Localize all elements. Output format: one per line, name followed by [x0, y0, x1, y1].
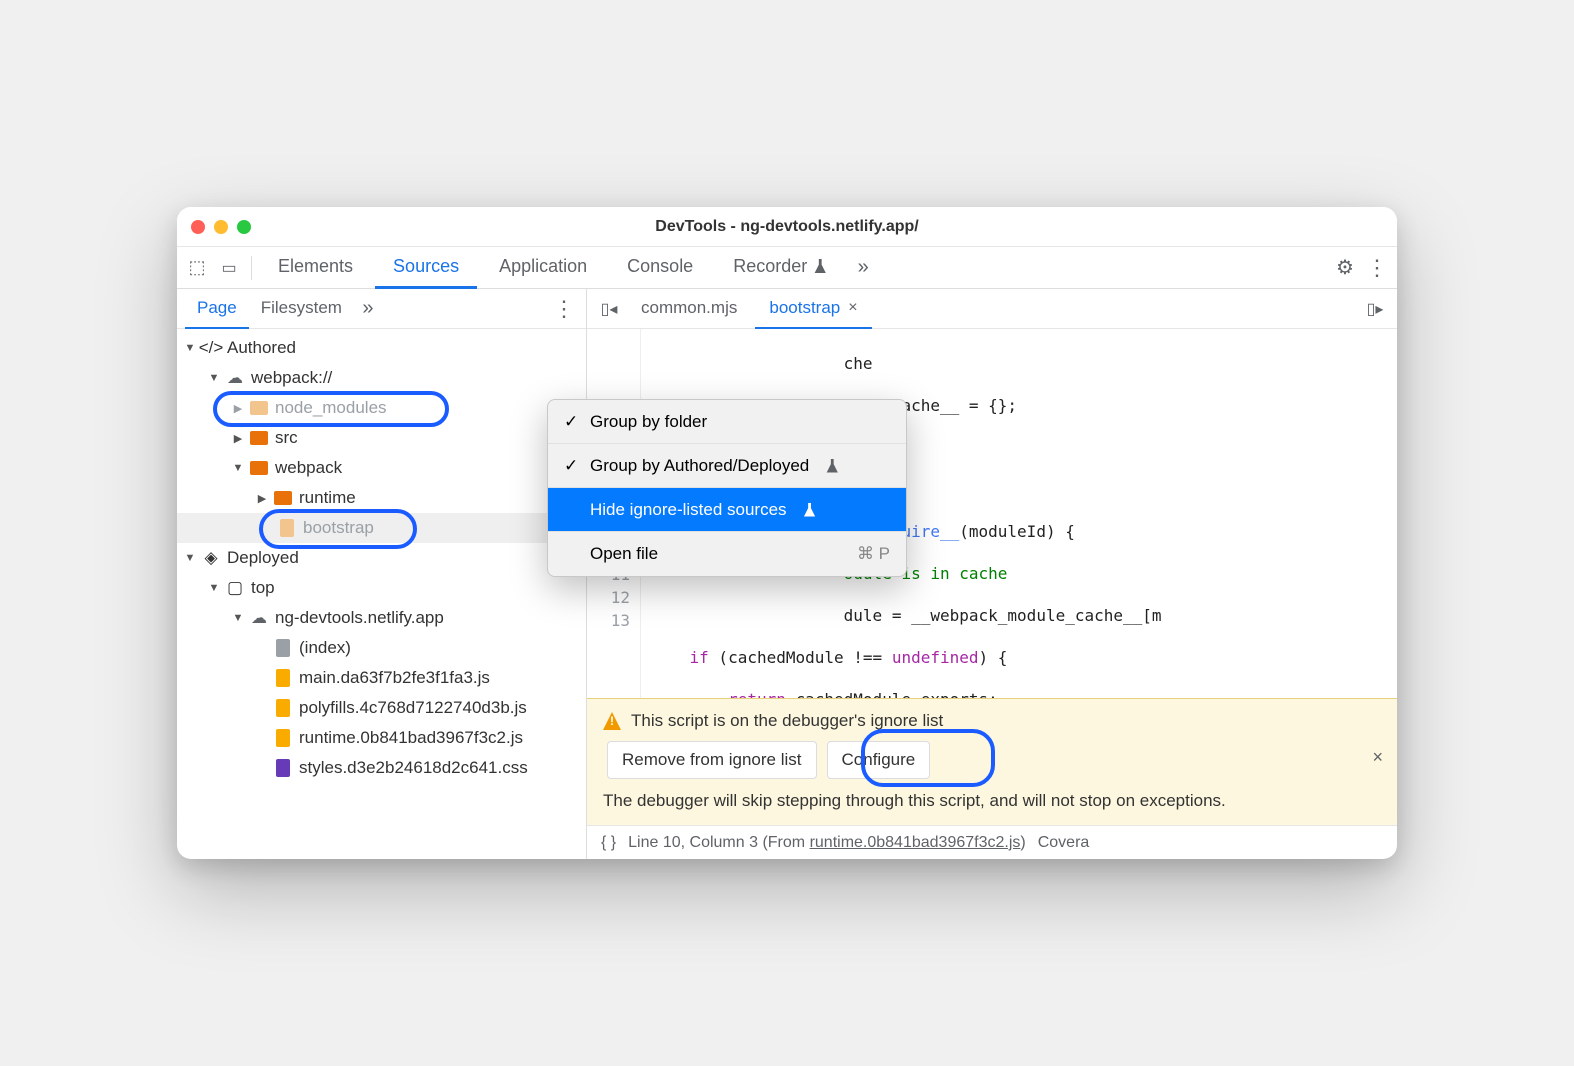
menu-hide-ignore-listed[interactable]: Hide ignore-listed sources: [548, 488, 906, 532]
device-toggle-icon[interactable]: [215, 254, 243, 282]
tree-index[interactable]: (index): [177, 633, 586, 663]
frame-icon: ▢: [225, 579, 245, 597]
tree-runtime[interactable]: runtime: [177, 483, 586, 513]
tree-runtime-js[interactable]: runtime.0b841bad3967f3c2.js: [177, 723, 586, 753]
navigator-panel: Page Filesystem </> Authored ☁ webpack:/…: [177, 289, 587, 859]
tree-top[interactable]: ▢ top: [177, 573, 586, 603]
tab-application[interactable]: Application: [481, 247, 605, 289]
code-icon: </>: [201, 339, 221, 357]
close-tab-icon[interactable]: ×: [848, 299, 857, 317]
zoom-icon[interactable]: [237, 220, 251, 234]
subtab-page[interactable]: Page: [185, 289, 249, 329]
warning-title: This script is on the debugger's ignore …: [631, 711, 943, 731]
cursor-position: Line 10, Column 3: [628, 834, 758, 851]
context-menu: ✓ Group by folder ✓ Group by Authored/De…: [547, 399, 907, 577]
warning-icon: [603, 712, 621, 730]
flask-icon: [803, 503, 817, 517]
tree-webpack[interactable]: ☁ webpack://: [177, 363, 586, 393]
file-icon: [276, 699, 290, 717]
shortcut-label: ⌘ P: [857, 544, 890, 564]
traffic-lights: [191, 220, 251, 234]
more-subtabs-icon[interactable]: [354, 295, 382, 323]
folder-icon: [250, 431, 268, 445]
cloud-icon: ☁: [225, 369, 245, 387]
menu-open-file[interactable]: Open file ⌘ P: [548, 532, 906, 576]
window-title: DevTools - ng-devtools.netlify.app/: [177, 218, 1397, 236]
file-icon: [276, 759, 290, 777]
settings-icon[interactable]: [1331, 254, 1359, 282]
tree-main-js[interactable]: main.da63f7b2fe3f1fa3.js: [177, 663, 586, 693]
navigator-kebab-icon[interactable]: [550, 295, 578, 323]
file-icon: [276, 639, 290, 657]
file-tree: </> Authored ☁ webpack:// node_modules s…: [177, 329, 586, 859]
tree-node-modules[interactable]: node_modules: [177, 393, 586, 423]
inspect-icon[interactable]: [183, 254, 211, 282]
tree-src[interactable]: src: [177, 423, 586, 453]
folder-icon: [274, 491, 292, 505]
subtab-filesystem[interactable]: Filesystem: [249, 289, 354, 329]
check-icon: ✓: [564, 456, 580, 476]
navigator-tabs: Page Filesystem: [177, 289, 586, 329]
ignore-list-warning: This script is on the debugger's ignore …: [587, 698, 1397, 825]
tree-webpack-folder[interactable]: webpack: [177, 453, 586, 483]
close-icon[interactable]: [191, 220, 205, 234]
tab-console[interactable]: Console: [609, 247, 711, 289]
main-tabstrip: Elements Sources Application Console Rec…: [177, 247, 1397, 289]
editor-tab-common[interactable]: common.mjs: [627, 289, 751, 329]
braces-icon[interactable]: { }: [601, 834, 616, 852]
tree-authored[interactable]: </> Authored: [177, 333, 586, 363]
cloud-icon: ☁: [249, 609, 269, 627]
devtools-window: DevTools - ng-devtools.netlify.app/ Elem…: [177, 207, 1397, 859]
menu-group-by-authored[interactable]: ✓ Group by Authored/Deployed: [548, 444, 906, 488]
titlebar: DevTools - ng-devtools.netlify.app/: [177, 207, 1397, 247]
configure-button[interactable]: Configure: [827, 741, 931, 779]
source-file-link[interactable]: runtime.0b841bad3967f3c2.js: [810, 834, 1021, 851]
tree-deployed[interactable]: ◈ Deployed: [177, 543, 586, 573]
check-icon: ✓: [564, 412, 580, 432]
kebab-icon[interactable]: [1363, 254, 1391, 282]
tree-host[interactable]: ☁ ng-devtools.netlify.app: [177, 603, 586, 633]
editor-tabstrip: ▯◂ common.mjs bootstrap × ▯▸: [587, 289, 1397, 329]
menu-group-by-folder[interactable]: ✓ Group by folder: [548, 400, 906, 444]
toggle-sidebar-icon[interactable]: ▯▸: [1361, 295, 1389, 323]
minimize-icon[interactable]: [214, 220, 228, 234]
divider: [251, 256, 252, 280]
warning-description: The debugger will skip stepping through …: [603, 791, 1381, 811]
folder-icon: [250, 461, 268, 475]
file-icon: [276, 669, 290, 687]
close-warning-icon[interactable]: ×: [1372, 747, 1383, 768]
content-area: Page Filesystem </> Authored ☁ webpack:/…: [177, 289, 1397, 859]
tab-sources[interactable]: Sources: [375, 247, 477, 289]
nav-back-icon[interactable]: ▯◂: [595, 295, 623, 323]
file-icon: [280, 519, 294, 537]
coverage-label: Covera: [1038, 834, 1090, 852]
tab-elements[interactable]: Elements: [260, 247, 371, 289]
tree-styles-css[interactable]: styles.d3e2b24618d2c641.css: [177, 753, 586, 783]
file-icon: [276, 729, 290, 747]
folder-icon: [250, 401, 268, 415]
flask-icon: [825, 459, 839, 473]
editor-tab-bootstrap[interactable]: bootstrap ×: [755, 289, 871, 329]
tree-bootstrap[interactable]: bootstrap: [177, 513, 586, 543]
deployed-icon: ◈: [201, 549, 221, 567]
remove-from-ignore-button[interactable]: Remove from ignore list: [607, 741, 817, 779]
tree-polyfills-js[interactable]: polyfills.4c768d7122740d3b.js: [177, 693, 586, 723]
more-tabs-icon[interactable]: [849, 254, 877, 282]
status-bar: { } Line 10, Column 3 (From runtime.0b84…: [587, 825, 1397, 859]
tab-recorder[interactable]: Recorder: [715, 247, 845, 289]
